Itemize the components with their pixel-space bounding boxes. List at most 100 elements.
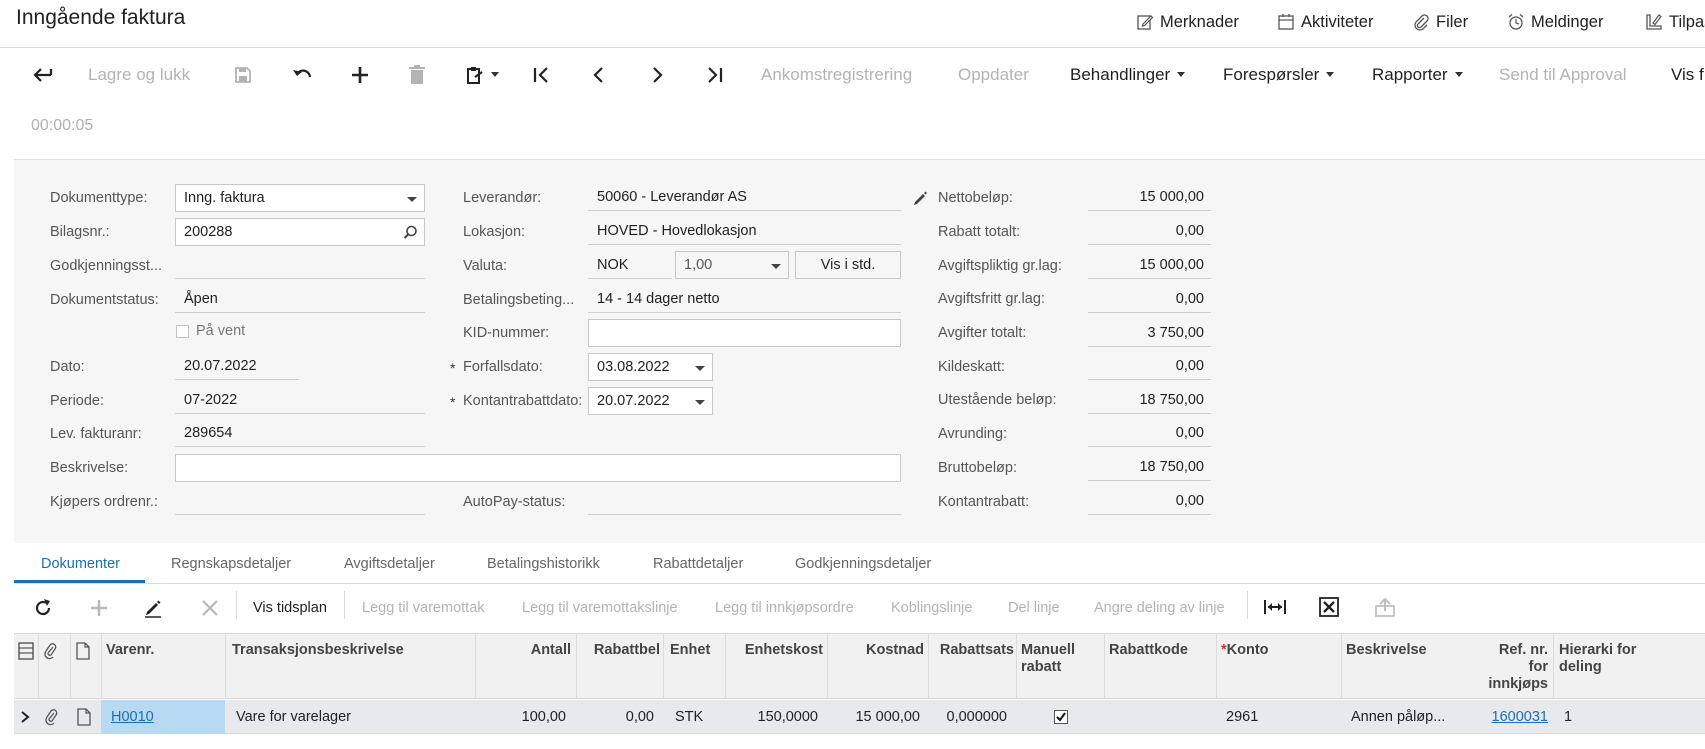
- add-receipt-button[interactable]: Legg til varemottak: [362, 600, 485, 616]
- undo-button[interactable]: [292, 60, 314, 90]
- files-link[interactable]: Filer: [1412, 10, 1468, 34]
- paste-menu-button[interactable]: [466, 60, 499, 90]
- notes-link[interactable]: Merknader: [1136, 10, 1239, 34]
- note-column-icon: [76, 642, 90, 660]
- tab-approval-details[interactable]: Godkjenningsdetaljer: [795, 556, 931, 572]
- note-icon[interactable]: [77, 708, 91, 726]
- row-qty: 100,00: [521, 709, 566, 725]
- row-discount-amount: 0,00: [625, 709, 654, 725]
- toolbar-separator: [1247, 591, 1248, 619]
- tab-tax-details[interactable]: Avgiftsdetaljer: [344, 556, 435, 572]
- discount-total-field: 0,00: [1088, 218, 1211, 245]
- col-po-ref[interactable]: Ref. nr. for innkjøps: [1460, 642, 1548, 693]
- net-amount-label: Nettobeløp:: [938, 190, 1013, 206]
- view-schedule-button[interactable]: Vis tidsplan: [253, 600, 327, 616]
- tab-accounting-details[interactable]: Regnskapsdetaljer: [171, 556, 291, 572]
- pencil-edit-icon[interactable]: [912, 190, 928, 206]
- col-manual-discount[interactable]: Manuell rabatt: [1021, 642, 1101, 676]
- reports-label: Rapporter: [1372, 65, 1448, 84]
- manual-discount-checkbox[interactable]: [1054, 710, 1068, 724]
- location-field[interactable]: HOVED - Hovedlokasjon: [588, 218, 901, 245]
- currency-field[interactable]: NOK: [588, 252, 672, 279]
- fit-columns-icon[interactable]: [1263, 597, 1287, 617]
- search-icon[interactable]: [403, 225, 418, 240]
- tab-discount-details[interactable]: Rabattdetaljer: [653, 556, 743, 572]
- next-record-button[interactable]: [648, 60, 666, 90]
- row-po-ref-link[interactable]: 1600031: [1460, 709, 1548, 725]
- upload-icon[interactable]: [1374, 596, 1396, 618]
- row-item-value[interactable]: H0010: [111, 709, 154, 725]
- show-in-std-button[interactable]: Vis i std.: [795, 251, 901, 279]
- add-button[interactable]: [350, 60, 370, 90]
- send-approval-button[interactable]: Send til Approval: [1499, 60, 1627, 90]
- add-receipt-line-button[interactable]: Legg til varemottakslinje: [522, 600, 678, 616]
- customize-link[interactable]: Tilpass: [1645, 10, 1705, 34]
- payment-terms-field[interactable]: 14 - 14 dager netto: [588, 286, 901, 313]
- notes-label: Merknader: [1160, 12, 1239, 31]
- voucher-field[interactable]: 200288: [175, 218, 425, 246]
- tax-exempt-base-label: Avgiftsfritt gr.lag:: [938, 291, 1045, 307]
- tab-documents[interactable]: Dokumenter: [41, 556, 120, 572]
- previous-record-button[interactable]: [590, 60, 608, 90]
- cash-discount-date-picker[interactable]: 20.07.2022: [588, 387, 713, 415]
- col-discount-code[interactable]: Rabattkode: [1109, 642, 1213, 659]
- due-date-picker[interactable]: 03.08.2022: [588, 353, 713, 381]
- supplier-field[interactable]: 50060 - Leverandør AS: [588, 184, 901, 211]
- checkbox-box[interactable]: [176, 324, 189, 338]
- doc-type-select[interactable]: Inng. faktura: [175, 184, 425, 212]
- col-split-hierarchy[interactable]: Hierarki for deling: [1559, 642, 1699, 676]
- save-button[interactable]: [234, 60, 252, 90]
- period-field[interactable]: 07-2022: [175, 387, 425, 414]
- customize-label: Tilpass: [1669, 12, 1705, 31]
- refresh-icon[interactable]: [33, 598, 53, 618]
- messages-link[interactable]: Meldinger: [1507, 10, 1603, 34]
- tab-payment-history[interactable]: Betalingshistorikk: [487, 556, 600, 572]
- activities-link[interactable]: Aktiviteter: [1277, 10, 1373, 34]
- back-button[interactable]: [32, 60, 54, 90]
- last-icon: [708, 67, 723, 83]
- row-po-ref-value[interactable]: 1600031: [1492, 709, 1548, 725]
- col-unit-cost[interactable]: Enhetskost: [729, 642, 823, 659]
- close-icon[interactable]: [200, 598, 220, 618]
- col-cost[interactable]: Kostnad: [831, 642, 924, 659]
- col-discount-rate[interactable]: Rabattsats: [932, 642, 1014, 659]
- update-button[interactable]: Oppdater: [958, 60, 1029, 90]
- show-menu-button[interactable]: Vis f: [1671, 60, 1704, 90]
- date-field[interactable]: 20.07.2022: [175, 353, 299, 380]
- ruler-pencil-icon: [1646, 14, 1662, 30]
- delete-button[interactable]: [408, 60, 426, 90]
- link-line-button[interactable]: Koblingslinje: [891, 600, 972, 616]
- inquiries-menu[interactable]: Forespørsler: [1223, 60, 1335, 90]
- supplier-invoice-field[interactable]: 289654: [175, 420, 425, 447]
- row-selector-icon[interactable]: [18, 642, 34, 660]
- kid-input[interactable]: [588, 319, 901, 347]
- outstanding-amount-field: 18 750,00: [1088, 387, 1211, 414]
- on-hold-checkbox[interactable]: På vent: [176, 323, 245, 339]
- col-item[interactable]: Varenr.: [106, 642, 221, 659]
- row-item-link[interactable]: H0010: [111, 709, 154, 725]
- add-purchase-order-button[interactable]: Legg til innkjøpsordre: [715, 600, 854, 616]
- treatments-menu[interactable]: Behandlinger: [1070, 60, 1186, 90]
- last-record-button[interactable]: [704, 60, 724, 90]
- col-trans-desc[interactable]: Transaksjonsbeskrivelse: [232, 642, 472, 659]
- add-row-icon[interactable]: [89, 598, 109, 618]
- arrival-registration-button[interactable]: Ankomstregistrering: [761, 60, 912, 90]
- reports-menu[interactable]: Rapporter: [1372, 60, 1463, 90]
- description-input[interactable]: [175, 454, 901, 482]
- col-account[interactable]: *Konto: [1221, 642, 1336, 659]
- split-line-button[interactable]: Del linje: [1008, 600, 1060, 616]
- col-qty[interactable]: Antall: [479, 642, 571, 659]
- col-uom[interactable]: Enhet: [670, 642, 722, 659]
- col-discount-amount[interactable]: Rabattbel: [580, 642, 660, 659]
- undo-split-button[interactable]: Angre deling av linje: [1094, 600, 1225, 616]
- excel-export-icon[interactable]: [1319, 597, 1339, 617]
- chevron-down-icon: [1454, 71, 1463, 77]
- first-record-button[interactable]: [532, 60, 552, 90]
- paperclip-icon[interactable]: [45, 708, 59, 726]
- col-description[interactable]: Beskrivelse: [1346, 642, 1461, 659]
- save-close-button[interactable]: Lagre og lukk: [88, 60, 190, 90]
- buyer-order-field[interactable]: [175, 488, 425, 515]
- pencil-icon[interactable]: [143, 598, 163, 618]
- exchange-rate-select[interactable]: 1,00: [675, 251, 789, 279]
- exchange-rate-value: 1,00: [684, 257, 713, 273]
